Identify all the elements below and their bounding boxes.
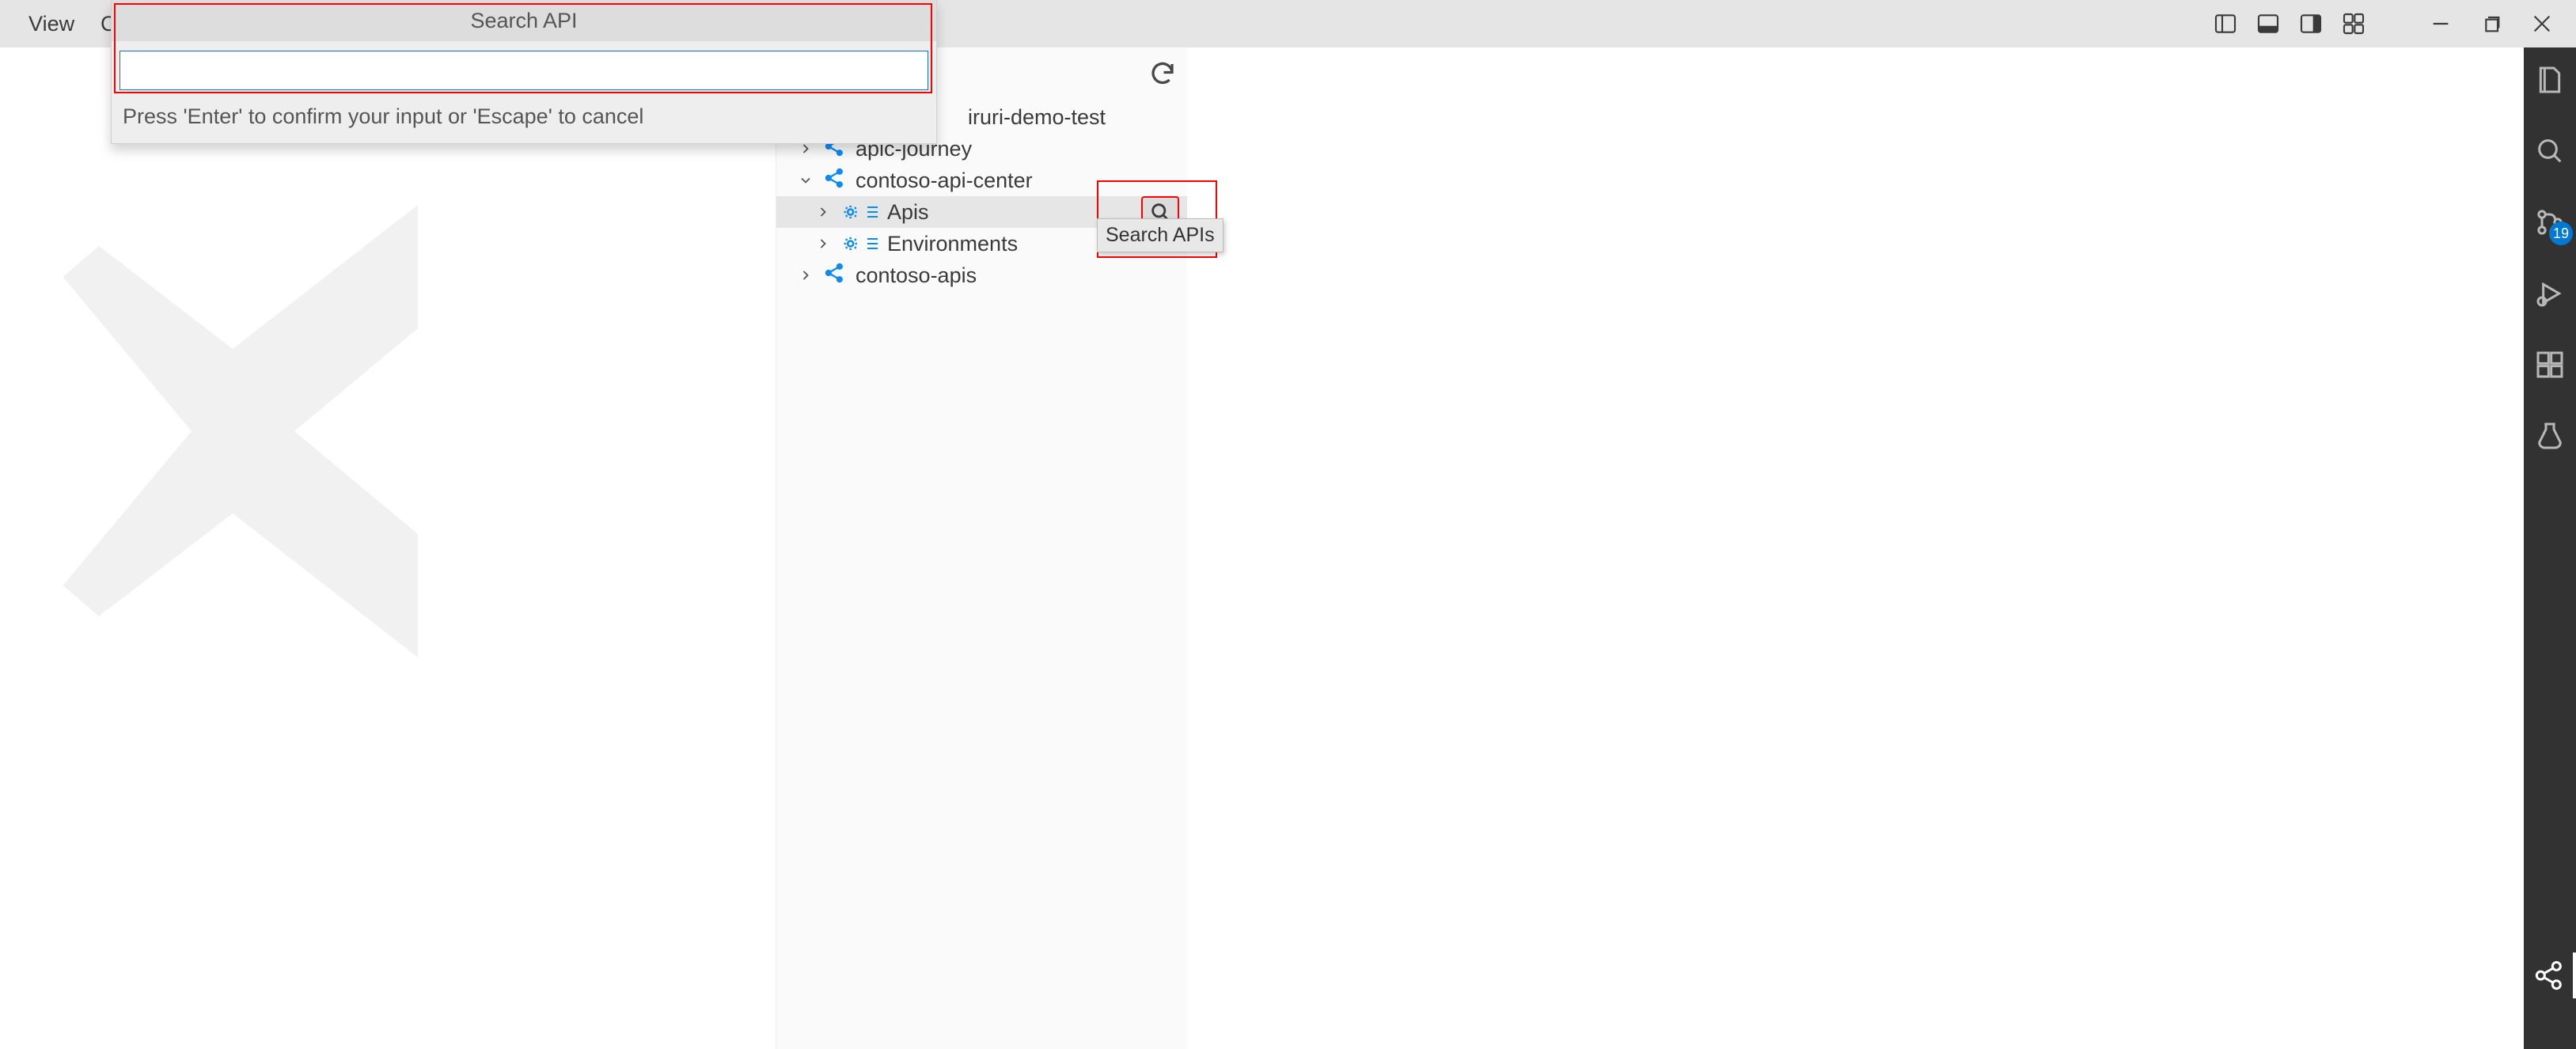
quick-input-widget: Search API Press 'Enter' to confirm your… [111,0,937,144]
quick-input-title: Search API [112,0,936,41]
window-close-icon[interactable] [2527,9,2557,39]
chevron-right-icon [814,204,832,220]
layout-icon-group [2210,9,2369,39]
tree-row-contoso-api-center[interactable]: contoso-api-center [776,165,1187,196]
titlebar-right-controls [2210,0,2576,47]
activity-api-center-icon[interactable] [2532,957,2568,994]
layout-toggle-right-icon[interactable] [2296,9,2326,39]
activity-extensions-icon[interactable] [2532,347,2568,383]
tree-row-contoso-apis[interactable]: contoso-apis [776,259,1187,291]
settings-list-icon [841,201,878,223]
layout-toggle-bottom-icon[interactable] [2253,9,2283,39]
window-minimize-icon[interactable] [2426,9,2456,39]
chevron-right-icon [814,236,832,252]
activity-search-icon[interactable] [2532,133,2568,169]
tree-label: Environments [887,232,1018,256]
activity-bar: 19 [2524,47,2576,1049]
api-center-icon [824,167,846,195]
tooltip-search-apis: Search APIs [1097,218,1224,252]
activity-explorer-icon[interactable] [2532,62,2568,98]
activity-source-control-icon[interactable]: 19 [2532,204,2568,240]
side-panel: iruri-demo-test apic-journey contoso-api… [776,47,1187,1049]
chevron-right-icon [797,267,814,283]
source-control-badge: 19 [2549,222,2573,245]
activity-run-debug-icon[interactable] [2532,275,2568,312]
layout-toggle-left-icon[interactable] [2210,9,2240,39]
menu-item-view[interactable]: View [28,12,74,36]
vscode-watermark-icon [47,174,562,688]
quick-input-hint: Press 'Enter' to confirm your input or '… [112,98,936,143]
activity-testing-icon[interactable] [2532,418,2568,454]
layout-customize-icon[interactable] [2339,9,2369,39]
api-center-icon [824,262,846,290]
refresh-icon[interactable] [1148,59,1178,89]
settings-list-icon [841,233,878,255]
tree-label: contoso-apis [856,263,977,288]
chevron-down-icon [797,172,814,188]
quick-input-input-wrap [112,41,936,98]
tree-label: Apis [887,200,929,225]
editor-area [0,47,776,1049]
window-restore-icon[interactable] [2476,9,2506,39]
quick-input-field[interactable] [120,51,928,90]
tree-label: contoso-api-center [856,169,1033,193]
tree-label: iruri-demo-test [968,105,1106,130]
menu-bar: on View C [0,12,74,36]
